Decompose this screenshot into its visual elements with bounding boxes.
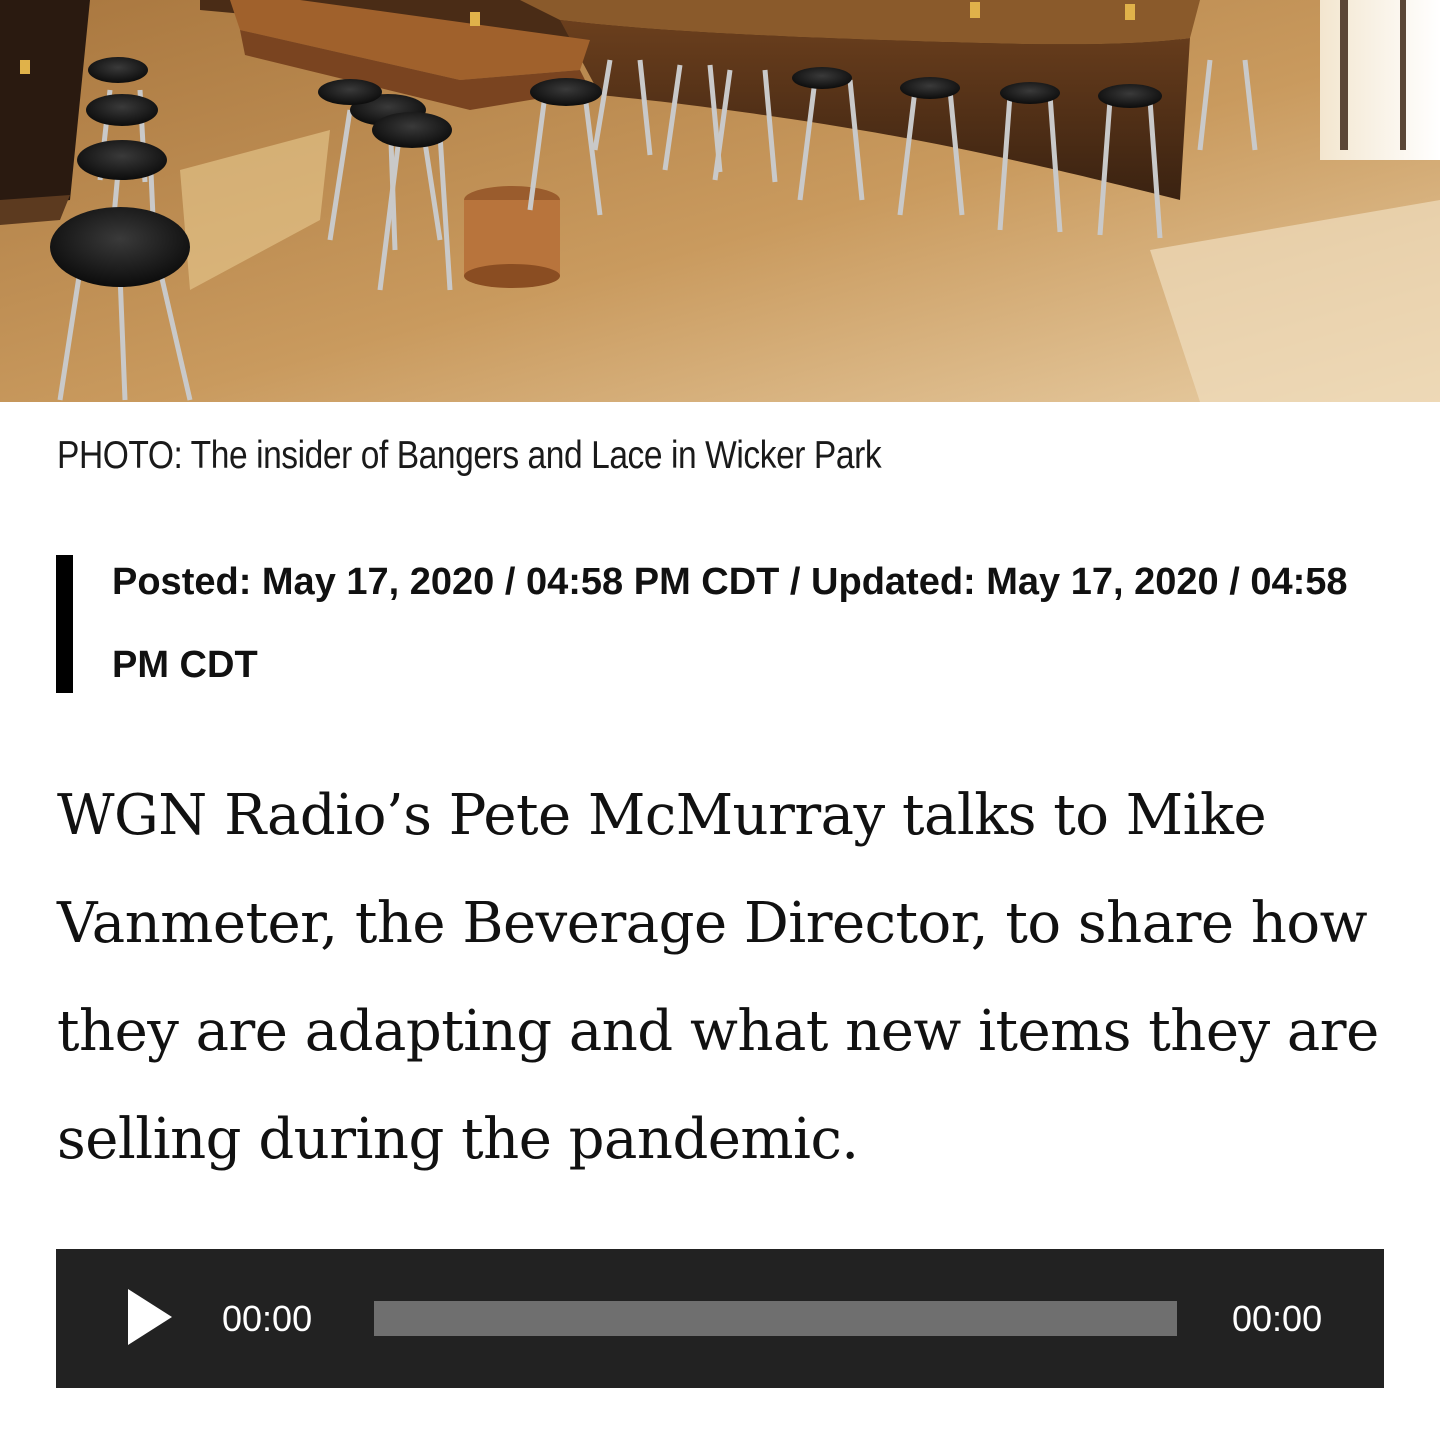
audio-player: 00:00 00:00 — [56, 1249, 1384, 1388]
meta-accent-bar — [56, 555, 73, 693]
post-meta: Posted: May 17, 2020 / 04:58 PM CDT / Up… — [56, 555, 1386, 693]
post-dates: Posted: May 17, 2020 / 04:58 PM CDT / Up… — [112, 561, 1348, 686]
article-lead: WGN Radio’s Pete McMurray talks to Mike … — [57, 783, 1379, 1172]
photo-caption: PHOTO: The insider of Bangers and Lace i… — [57, 434, 882, 477]
duration-time: 00:00 — [1232, 1298, 1323, 1339]
play-icon — [128, 1289, 172, 1345]
current-time: 00:00 — [222, 1298, 313, 1339]
article-photo — [0, 0, 1440, 402]
seek-bar[interactable] — [374, 1301, 1177, 1336]
play-button[interactable] — [126, 1287, 176, 1347]
